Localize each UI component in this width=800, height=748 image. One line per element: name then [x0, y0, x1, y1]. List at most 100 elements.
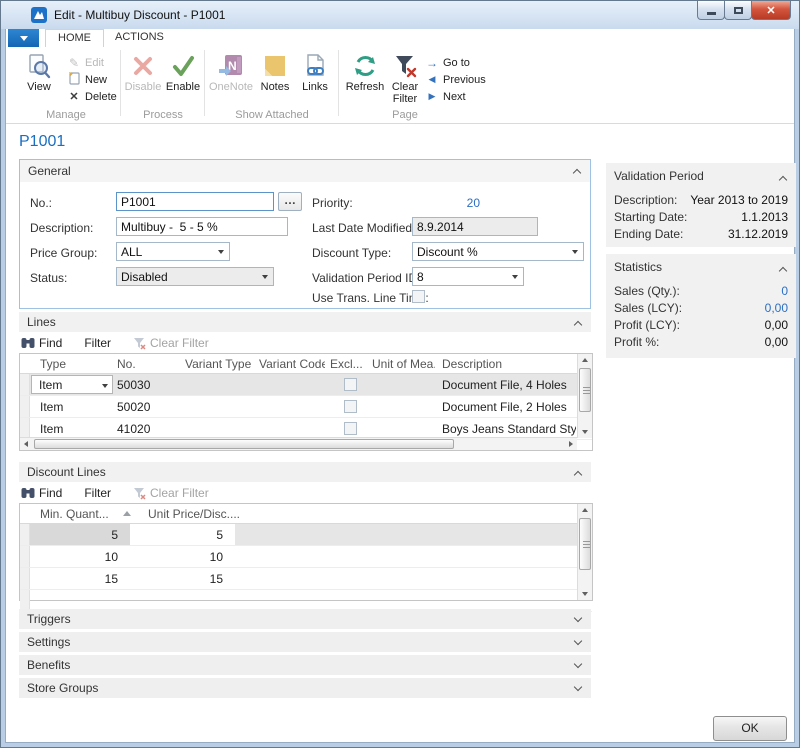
clear-filter-button[interactable]: Clear Filter — [133, 336, 209, 350]
table-row[interactable]: 10 10 — [20, 546, 592, 568]
table-row[interactable]: 5 5 — [20, 524, 592, 546]
assist-edit-button[interactable]: … — [278, 192, 302, 211]
description-field[interactable] — [116, 217, 288, 236]
collapse-icon[interactable] — [779, 176, 787, 184]
type-cell[interactable]: Item — [32, 396, 112, 417]
settings-section-header[interactable]: Settings — [19, 632, 591, 652]
last-date-field[interactable] — [412, 217, 538, 236]
column-header[interactable]: No. — [113, 354, 179, 373]
column-header[interactable]: Variant Type — [180, 354, 253, 373]
delete-button[interactable]: ✕ Delete — [66, 88, 117, 105]
price-group-select[interactable]: ALL — [116, 242, 230, 261]
vertical-scrollbar[interactable] — [577, 504, 592, 600]
scroll-down-icon[interactable] — [582, 592, 588, 596]
new-button[interactable]: New — [66, 71, 117, 88]
filter-button[interactable]: Filter — [84, 336, 111, 350]
description-cell[interactable]: Boys Jeans Standard Style — [436, 418, 576, 439]
column-header[interactable]: Variant Code — [254, 354, 325, 373]
no-field[interactable] — [116, 192, 274, 211]
price-cell[interactable]: 10 — [130, 546, 235, 567]
scroll-up-icon[interactable] — [582, 508, 588, 512]
enable-button[interactable]: Enable — [160, 51, 206, 107]
no-cell[interactable]: 50020 — [113, 396, 179, 417]
table-row[interactable]: Item 50020 Document File, 2 Holes — [20, 396, 592, 418]
statistics-title[interactable]: Statistics — [614, 260, 788, 274]
horizontal-scrollbar[interactable] — [20, 437, 577, 450]
scrollbar-thumb[interactable] — [579, 368, 591, 412]
expand-icon[interactable] — [574, 660, 582, 668]
previous-button[interactable]: ◀ Previous — [424, 71, 486, 88]
validation-period-title[interactable]: Validation Period — [614, 169, 788, 183]
row-selector[interactable] — [20, 524, 30, 545]
filter-button[interactable]: Filter — [84, 486, 111, 500]
type-cell-select[interactable]: Item — [31, 375, 113, 394]
qty-cell[interactable]: 5 — [30, 524, 130, 545]
collapse-icon[interactable] — [574, 321, 582, 329]
table-row[interactable]: Item 50030 Document File, 4 Holes — [20, 374, 592, 396]
goto-button[interactable]: → Go to — [424, 54, 486, 71]
view-button[interactable]: View — [16, 51, 62, 107]
qty-cell[interactable]: 10 — [30, 546, 130, 567]
minimize-button[interactable] — [697, 1, 725, 20]
maximize-button[interactable] — [724, 1, 752, 20]
store-groups-section-header[interactable]: Store Groups — [19, 678, 591, 698]
ok-button[interactable]: OK — [713, 716, 787, 741]
price-cell[interactable]: 15 — [130, 568, 235, 589]
no-cell[interactable]: 50030 — [113, 374, 179, 395]
column-header[interactable]: Unit Price/Disc.... — [148, 504, 258, 523]
application-menu-button[interactable] — [8, 29, 39, 47]
description-cell[interactable]: Document File, 4 Holes — [436, 374, 576, 395]
collapse-icon[interactable] — [779, 267, 787, 275]
row-selector[interactable] — [20, 590, 30, 611]
discount-lines-header[interactable]: Discount Lines — [19, 462, 591, 482]
benefits-section-header[interactable]: Benefits — [19, 655, 591, 675]
no-cell[interactable]: 41020 — [113, 418, 179, 439]
validation-period-id-select[interactable]: 8 — [412, 267, 524, 286]
status-select[interactable]: Disabled — [116, 267, 274, 286]
scroll-up-icon[interactable] — [582, 358, 588, 362]
description-cell[interactable]: Document File, 2 Holes — [436, 396, 576, 417]
triggers-section-header[interactable]: Triggers — [19, 609, 591, 629]
column-header[interactable]: Description — [436, 354, 576, 373]
lines-header[interactable]: Lines — [19, 312, 591, 332]
general-header[interactable]: General — [20, 160, 590, 182]
tab-actions[interactable]: ACTIONS — [103, 29, 176, 48]
next-button[interactable]: ▶ Next — [424, 88, 486, 105]
clear-filter-button[interactable]: Clear Filter — [382, 51, 428, 107]
vertical-scrollbar[interactable] — [577, 354, 592, 438]
collapse-icon[interactable] — [573, 169, 581, 177]
tab-home[interactable]: HOME — [45, 29, 104, 48]
row-selector[interactable] — [20, 374, 30, 395]
row-selector[interactable] — [20, 418, 30, 439]
expand-icon[interactable] — [574, 614, 582, 622]
row-selector[interactable] — [20, 546, 30, 567]
close-button[interactable]: ✕ — [751, 1, 791, 20]
scroll-right-icon[interactable] — [569, 441, 573, 447]
excl-checkbox[interactable] — [344, 400, 357, 413]
column-header[interactable]: Excl... — [326, 354, 364, 373]
excl-checkbox[interactable] — [344, 378, 357, 391]
excl-checkbox[interactable] — [344, 422, 357, 435]
expand-icon[interactable] — [574, 637, 582, 645]
onenote-button[interactable]: N OneNote — [208, 51, 254, 107]
use-trans-checkbox[interactable] — [412, 290, 425, 303]
collapse-icon[interactable] — [574, 471, 582, 479]
find-button[interactable]: Find — [21, 336, 62, 350]
expand-icon[interactable] — [574, 683, 582, 691]
column-header[interactable]: Unit of Mea... — [364, 354, 435, 373]
excl-cell[interactable] — [326, 374, 364, 395]
type-cell[interactable]: Item — [32, 418, 112, 439]
scrollbar-thumb[interactable] — [34, 439, 454, 449]
excl-cell[interactable] — [326, 418, 364, 439]
price-cell[interactable]: 5 — [130, 524, 235, 545]
column-header[interactable]: Type — [32, 354, 112, 373]
scroll-down-icon[interactable] — [582, 430, 588, 434]
row-selector[interactable] — [20, 396, 30, 417]
discount-type-select[interactable]: Discount % — [412, 242, 584, 261]
scroll-left-icon[interactable] — [24, 441, 28, 447]
links-button[interactable]: Links — [292, 51, 338, 107]
edit-button[interactable]: ✎ Edit — [66, 54, 117, 71]
excl-cell[interactable] — [326, 396, 364, 417]
scrollbar-thumb[interactable] — [579, 518, 591, 570]
column-header[interactable]: Min. Quant... — [32, 504, 120, 523]
